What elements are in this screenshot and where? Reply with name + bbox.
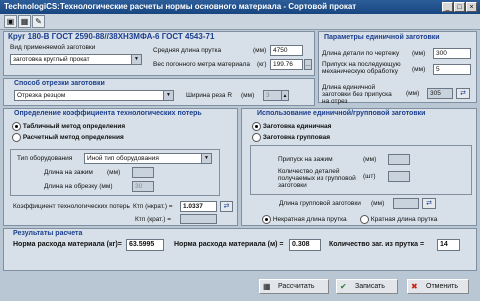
trim-len-input: 30 (132, 181, 154, 192)
ktp-calc-label: Ктп (нкрат.) = (133, 203, 173, 210)
blank-type-value: заготовка круглый прокат (13, 56, 90, 63)
parts-count-unit: (шт) (363, 173, 376, 180)
calc-method-label: Расчетный метод определения (22, 134, 124, 142)
material-title: Круг 180-В ГОСТ 2590-88//38ХН3МФА-6 ГОСТ… (8, 32, 215, 41)
part-length-unit: (мм) (412, 50, 426, 57)
clamp-allow-input (388, 154, 410, 165)
calc-method-radio[interactable]: Расчетный метод определения (12, 133, 124, 142)
count-value: 14 (437, 239, 460, 251)
table-method-label: Табличный метод определения (22, 123, 126, 131)
cancel-button[interactable]: ✖ Отменить (407, 279, 469, 294)
ktp-crat-input (180, 214, 217, 224)
window-title: TechnologiCS:Технологические расчеты нор… (0, 0, 480, 14)
allowance-unit: (мм) (412, 66, 426, 73)
radio-on-icon (262, 215, 271, 224)
cancel-label: Отменить (426, 283, 458, 290)
part-length-label: Длина детали по чертежу (322, 50, 400, 57)
calculate-button[interactable]: ▦ Рассчитать (259, 279, 329, 294)
clamp-len-input (132, 167, 154, 178)
spin-icon[interactable]: ▲ (281, 90, 289, 101)
unit-length-value: 305 (427, 88, 453, 99)
avg-bar-length-unit: (мм) (253, 47, 267, 54)
avg-bar-length-label: Средняя длина прутка (153, 47, 222, 54)
toolbar (0, 14, 480, 30)
radio-on-icon (12, 122, 21, 131)
kerf-label: Ширина реза R (186, 92, 233, 99)
norm-m-value: 0.308 (289, 239, 321, 251)
group-len-label: Длина групповой заготовки (279, 200, 361, 207)
minimize-button[interactable]: _ (442, 2, 453, 12)
noncrat-label: Некратная длина прутка (272, 216, 347, 224)
close-button[interactable]: × (466, 2, 477, 12)
save-label: Записать (355, 283, 385, 290)
single-blank-radio[interactable]: Заготовка единичная (252, 122, 331, 131)
radio-on-icon (252, 122, 261, 131)
clamp-allow-label: Припуск на зажим (278, 156, 333, 163)
group-title: Использование единичной/групповой загото… (257, 110, 426, 117)
equip-label: Тип оборудования (17, 155, 73, 162)
loss-title: Определение коэффициента технологических… (14, 110, 202, 117)
group-len-input (393, 198, 419, 209)
cutting-method-value: Отрезка резцом (17, 92, 66, 99)
crat-radio[interactable]: Кратная длина прутка (360, 215, 437, 224)
radio-off-icon (252, 133, 261, 142)
params-title: Параметры единичной заготовки (324, 34, 440, 41)
part-length-input[interactable]: 300 (433, 48, 471, 59)
equip-value: Иной тип оборудования (87, 155, 159, 162)
linear-weight-unit: (кг) (257, 61, 267, 68)
group-len-unit: (мм) (371, 200, 385, 207)
linear-weight-input[interactable]: 199.76 (270, 59, 303, 70)
single-blank-label: Заготовка единичная (262, 123, 332, 131)
clamp-len-unit: (мм) (107, 169, 121, 176)
table-method-radio[interactable]: Табличный метод определения (12, 122, 125, 131)
unit-length-unit: (мм) (406, 90, 420, 97)
norm-kg-value: 63.5995 (126, 239, 164, 251)
radio-off-icon (360, 215, 369, 224)
group-blank-label: Заготовка групповая (262, 134, 331, 142)
coef-label: Коэффициент технологических потерь (13, 203, 130, 210)
unit-length-label: Длина единичной заготовки без припуска н… (322, 84, 392, 105)
parts-count-input (388, 171, 410, 182)
calculate-label: Рассчитать (278, 283, 315, 290)
allowance-input[interactable]: 5 (433, 64, 471, 75)
calculator-icon: ▦ (263, 282, 271, 291)
avg-bar-length-input[interactable]: 4750 (270, 45, 303, 56)
calculator-icon[interactable]: ▦ (18, 15, 31, 28)
close-icon: ✖ (411, 282, 418, 291)
group-blank-radio[interactable]: Заготовка групповая (252, 133, 330, 142)
clamp-allow-unit: (мм) (363, 156, 377, 163)
noncrat-radio[interactable]: Некратная длина прутка (262, 215, 347, 224)
save-button[interactable]: ✔ Записать (336, 279, 398, 294)
radio-off-icon (12, 133, 21, 142)
wrench-icon[interactable]: ✎ (32, 15, 45, 28)
blank-type-label: Вид применяемой заготовки (10, 44, 96, 51)
ktp-calc-input[interactable]: 1.0337 (180, 201, 217, 212)
trim-len-label: Длина на обрезку (мм) (44, 183, 113, 190)
crat-label: Кратная длина прутка (370, 216, 438, 224)
allowance-label: Припуск на последующую механическую обра… (322, 61, 401, 75)
equip-select[interactable]: Иной тип оборудования ▼ (84, 153, 212, 164)
norm-kg-label: Норма расхода материала (кг)= (13, 241, 122, 248)
chevron-down-icon: ▼ (163, 91, 173, 100)
ktp-crat-label: Ктп (крат.) = (135, 216, 172, 223)
parts-count-label: Количество деталей получаемых из группов… (278, 168, 356, 189)
count-label: Количество заг. из прутка = (329, 241, 425, 248)
results-title: Результаты расчета (13, 230, 83, 237)
chevron-down-icon: ▼ (201, 154, 211, 163)
norm-m-label: Норма расхода материала (м) = (174, 241, 284, 248)
blank-type-select[interactable]: заготовка круглый прокат ▼ (10, 54, 142, 65)
kerf-unit: (мм) (241, 92, 255, 99)
save-icon[interactable]: ▣ (4, 15, 17, 28)
cutting-title: Способ отрезки заготовки (14, 80, 105, 87)
arrows-icon[interactable]: ⇄ (220, 201, 233, 212)
cutting-method-select[interactable]: Отрезка резцом ▼ (14, 90, 174, 101)
arrows-icon[interactable]: ⇄ (422, 198, 436, 209)
linear-weight-label: Вес погонного метра материала (153, 61, 251, 68)
check-icon: ✔ (340, 282, 347, 291)
arrows-icon[interactable]: ⇄ (456, 88, 470, 99)
chevron-down-icon: ▼ (131, 55, 141, 64)
lookup-icon[interactable]: … (304, 59, 312, 70)
clamp-len-label: Длина на зажим (44, 169, 93, 176)
maximize-button[interactable]: □ (454, 2, 465, 12)
